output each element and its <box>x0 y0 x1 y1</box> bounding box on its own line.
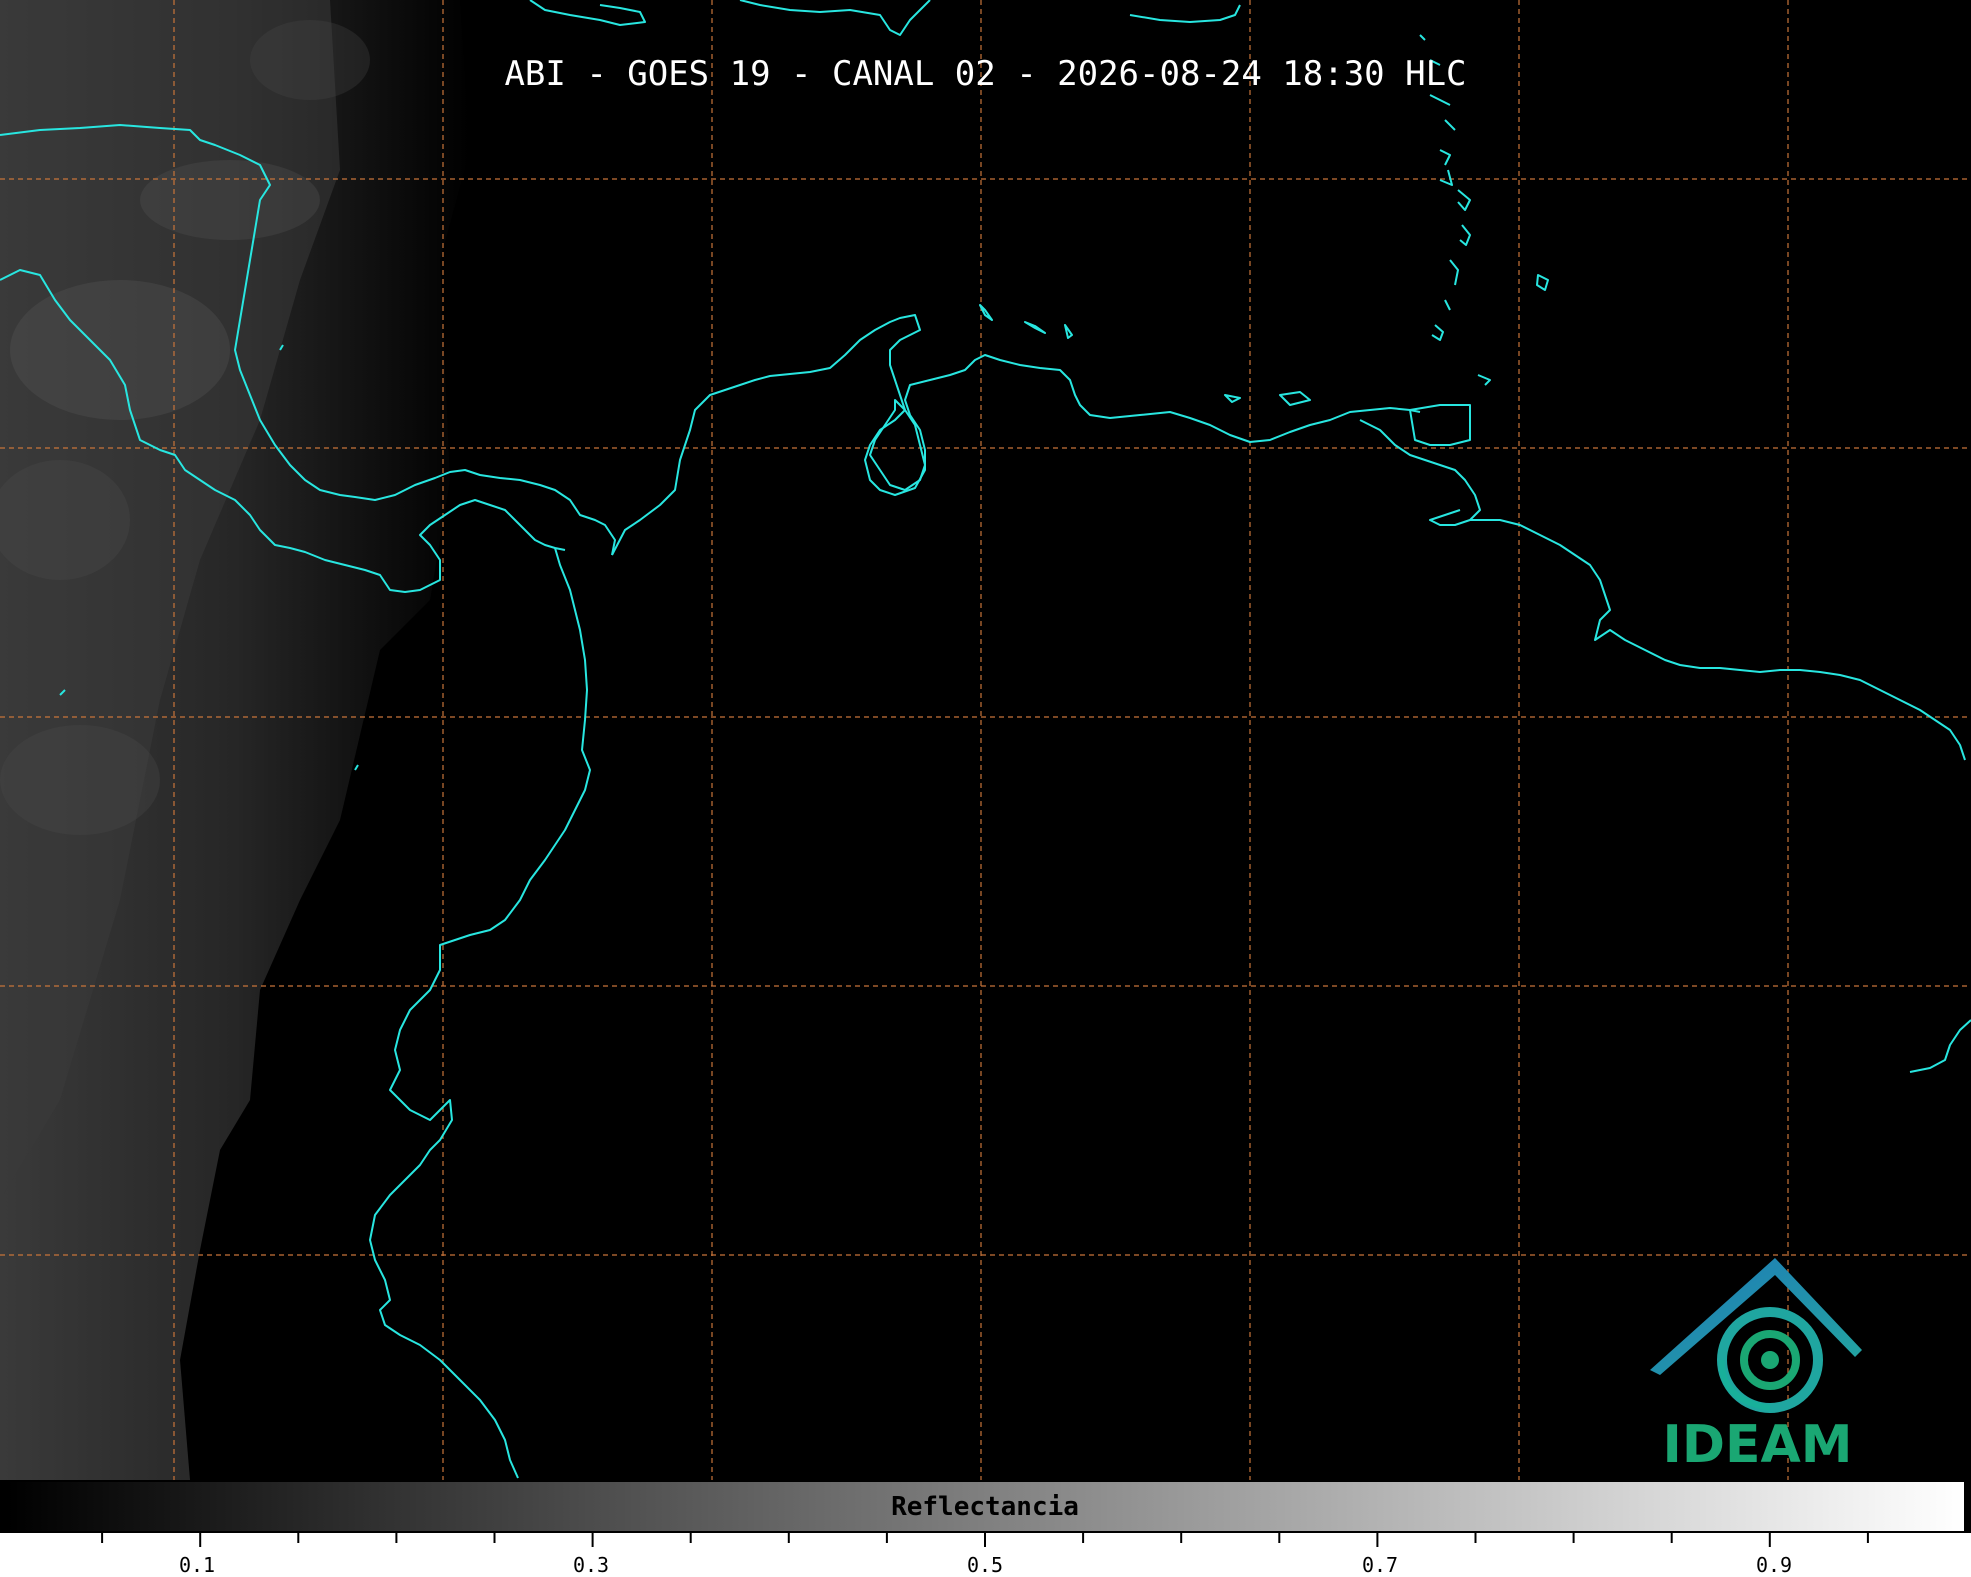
colorbar-tick-label: 0.1 <box>178 1553 216 1577</box>
lake-maracaibo <box>869 399 926 491</box>
margarita-island <box>1224 391 1311 406</box>
venezuela-east-coast <box>1359 419 1481 526</box>
brazil-coast <box>1909 1019 1971 1073</box>
ideam-logo: IDEAM <box>1645 1255 1870 1475</box>
logo-text: IDEAM <box>1662 1415 1853 1475</box>
colorbar-axis: 0.1 0.3 0.5 0.7 0.9 <box>0 1533 1971 1577</box>
cloud-field <box>0 0 470 1480</box>
satellite-image-view: ABI - GOES 19 - CANAL 02 - 2026-08-24 18… <box>0 0 1971 1577</box>
abc-islands <box>979 304 1073 339</box>
colorbar-tick-label: 0.9 <box>1755 1553 1793 1577</box>
colombia-pacific-coast <box>369 547 591 1479</box>
colorbar-label: Reflectancia <box>891 1492 1079 1522</box>
colorbar-tick-label: 0.3 <box>572 1553 610 1577</box>
colorbar: Reflectancia <box>4 1480 1966 1533</box>
colorbar-ticks <box>101 1533 1869 1547</box>
colorbar-tick-label: 0.5 <box>966 1553 1004 1577</box>
hispaniola-island <box>739 0 931 36</box>
colorbar-tick-label: 0.7 <box>1361 1553 1399 1577</box>
image-title: ABI - GOES 19 - CANAL 02 - 2026-08-24 18… <box>504 54 1467 94</box>
puerto-rico-island <box>1129 4 1241 23</box>
guianas-coast <box>1470 519 1966 761</box>
caribbean-coast <box>611 314 1421 556</box>
jamaica-island <box>529 0 646 26</box>
